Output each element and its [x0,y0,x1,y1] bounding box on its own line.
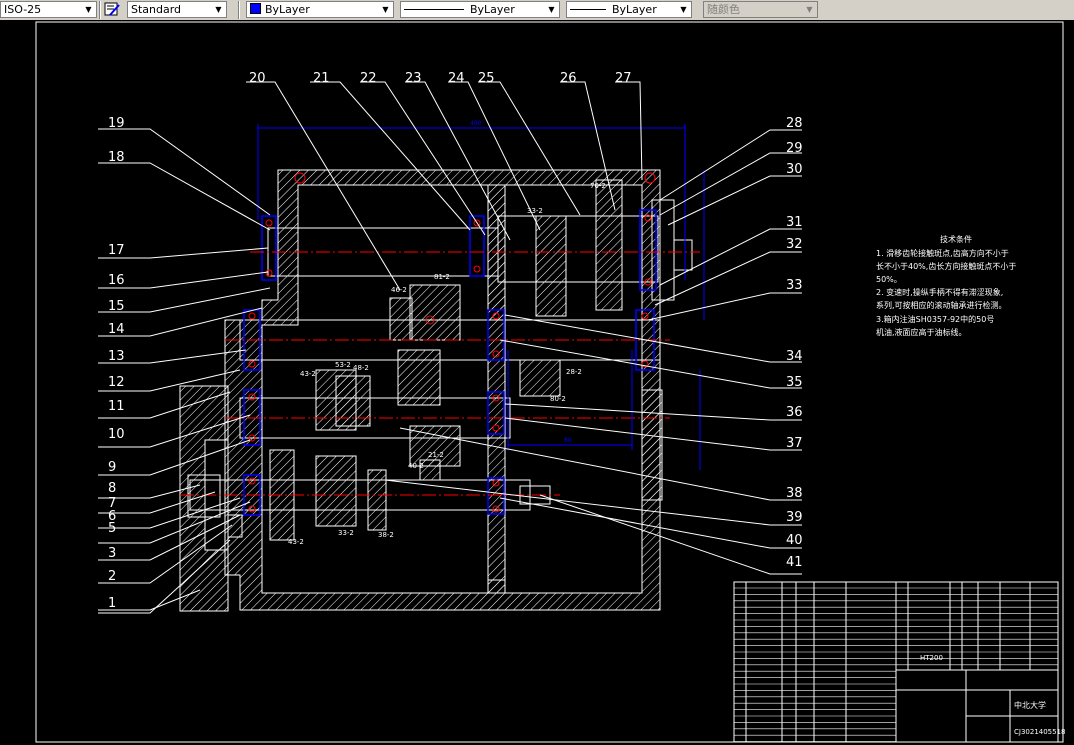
tech-note-line: 系列,可按相应的滚动轴承进行检测。 [876,300,1007,310]
linetype-value: ByLayer [404,2,515,17]
callouts-left: 19 18 17 16 15 14 13 12 11 10 9 8 7 6 5 … [108,116,125,611]
part-callout: 17 [108,243,125,258]
technical-notes: 技术条件 1. 滑移齿轮接触斑点,齿高方向不小于 长不小于40%,齿长方向接触斑… [876,234,1016,337]
part-callout: 18 [108,150,125,165]
part-callout: 3 [108,546,116,561]
gear-label: 43-2 [300,370,316,378]
callouts-right: 28 29 30 31 32 33 34 35 36 37 38 39 40 4… [786,116,803,570]
part-callout: 32 [786,237,803,252]
properties-toolbar: ISO-25 ▼ Standard ▼ ByLayer ▼ ByLayer ▼ … [0,0,1074,20]
drawing-number: CJ3021405518 [1014,728,1066,736]
chevron-down-icon[interactable]: ▼ [82,3,95,16]
gear-label: 43-2 [288,538,304,546]
text-style-icon[interactable] [104,2,120,17]
gear-label: 70-2 [590,182,606,190]
lineweight-value: ByLayer [570,2,657,17]
tech-note-line: 1. 滑移齿轮接触斑点,齿高方向不小于 [876,248,1009,258]
part-callout: 40 [786,533,803,548]
gear-label: 53-2 [335,361,351,369]
part-callout: 21 [313,71,330,86]
part-callout: 26 [560,71,577,86]
part-callout: 16 [108,273,125,288]
part-callout: 15 [108,299,125,314]
gear-label: 40-2 [408,462,424,470]
dimstyle-combo[interactable]: ISO-25 ▼ [0,1,97,18]
toolbar-separator [238,1,240,19]
chevron-down-icon: ▼ [806,5,813,14]
tech-note-line: 3.箱内注油SH0357-92中的50号 [876,314,994,324]
part-callout: 29 [786,141,803,156]
tech-note-line: 50%。 [876,275,902,284]
gear-label: 28-2 [566,368,582,376]
part-callout: 22 [360,71,377,86]
callouts-top: 20 21 22 23 24 25 26 27 [249,71,632,86]
gear-label: 80-2 [550,395,566,403]
layer-color-combo[interactable]: ByLayer ▼ [246,1,394,18]
part-callout: 10 [108,427,125,442]
plotstyle-value: 随颜色 [707,3,740,16]
part-callout: 2 [108,569,116,584]
chevron-down-icon[interactable]: ▼ [212,3,225,16]
overall-dimension: 400 [470,120,482,127]
linetype-sample-icon [404,9,464,10]
chevron-down-icon[interactable]: ▼ [677,3,690,16]
plotstyle-combo: 随颜色 ▼ [703,1,818,18]
part-callout: 11 [108,399,125,414]
lineweight-combo[interactable]: ByLayer ▼ [566,1,692,18]
part-callout: 5 [108,521,116,536]
part-callout: 41 [786,555,803,570]
part-callout: 36 [786,405,803,420]
part-callout: 37 [786,436,803,451]
lineweight-sample-icon [570,9,606,10]
parts-list-table [733,581,1059,743]
part-callout: 9 [108,460,116,475]
part-callout: 28 [786,116,803,131]
color-swatch-icon [250,3,261,14]
tech-note-line: 2. 变速时,操纵手柄不得有滞涩现象, [876,287,1003,297]
part-callout: 8 [108,481,116,496]
chevron-down-icon[interactable]: ▼ [545,3,558,16]
part-callout: 24 [448,71,465,86]
tech-note-line: 长不小于40%,齿长方向接触斑点不小于 [876,261,1016,271]
linetype-combo[interactable]: ByLayer ▼ [400,1,560,18]
textstyle-value: Standard [131,3,182,16]
part-callout: 27 [615,71,632,86]
gear-label: 33-2 [338,529,354,537]
part-callout: 14 [108,322,125,337]
tech-note-line: 机油,液面应高于油标线。 [876,327,967,337]
gear-label: 21-2 [428,451,444,459]
textstyle-combo[interactable]: Standard ▼ [127,1,227,18]
company-name: 中北大学 [1014,700,1046,710]
material-label: HT200 [920,654,943,662]
part-callout: 35 [786,375,803,390]
part-callout: 30 [786,162,803,177]
toolbar-separator [99,1,101,19]
lineweight-label: ByLayer [612,3,657,16]
dimstyle-value: ISO-25 [4,3,42,16]
gear-label: 81-2 [434,273,450,281]
gear-label: 46-2 [391,286,407,294]
tech-notes-title: 技术条件 [940,234,972,244]
gear-label: 48-2 [353,364,369,372]
part-callout: 38 [786,486,803,501]
part-callout: 31 [786,215,803,230]
gear-label: 38-2 [378,531,394,539]
part-callout: 39 [786,510,803,525]
part-callout: 12 [108,375,125,390]
linetype-label: ByLayer [470,3,515,16]
layer-color-value: ByLayer [250,2,310,17]
part-callout: 33 [786,278,803,293]
part-callout: 34 [786,349,803,364]
chevron-down-icon[interactable]: ▼ [379,3,392,16]
part-callout: 13 [108,349,125,364]
layer-color-label: ByLayer [265,3,310,16]
drawing-canvas[interactable]: 400 80 70-2 33-2 81-2 46-2 43-2 53-2 48-… [0,20,1074,745]
part-callout: 23 [405,71,422,86]
center-distance-dimension: 80 [564,437,572,444]
part-callout: 1 [108,596,116,611]
part-callout: 20 [249,71,266,86]
part-callout: 19 [108,116,125,131]
part-callout: 25 [478,71,495,86]
